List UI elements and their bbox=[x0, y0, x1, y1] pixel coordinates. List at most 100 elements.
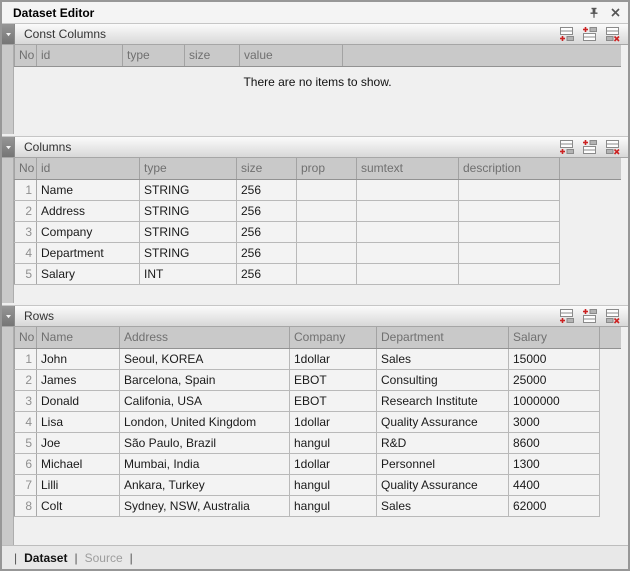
column-header-value[interactable]: value bbox=[240, 45, 343, 66]
column-header-size[interactable]: size bbox=[237, 158, 297, 179]
cell[interactable]: Salary bbox=[37, 263, 140, 284]
cell[interactable] bbox=[357, 179, 459, 200]
column-header-name[interactable]: Name bbox=[37, 327, 120, 348]
cell[interactable] bbox=[297, 263, 357, 284]
row-number-cell[interactable]: 6 bbox=[15, 453, 37, 474]
cell[interactable]: John bbox=[37, 348, 120, 369]
row-number-cell[interactable]: 2 bbox=[15, 200, 37, 221]
cell[interactable] bbox=[297, 242, 357, 263]
cell[interactable]: James bbox=[37, 369, 120, 390]
add-row-button[interactable] bbox=[558, 139, 575, 155]
cell[interactable]: hangul bbox=[290, 474, 377, 495]
row-number-cell[interactable]: 1 bbox=[15, 348, 37, 369]
cell[interactable]: Name bbox=[37, 179, 140, 200]
cell[interactable]: Joe bbox=[37, 432, 120, 453]
cell[interactable]: Colt bbox=[37, 495, 120, 516]
row-number-cell[interactable]: 4 bbox=[15, 411, 37, 432]
column-header-type[interactable]: type bbox=[123, 45, 185, 66]
cell[interactable]: Sales bbox=[377, 495, 509, 516]
column-header-department[interactable]: Department bbox=[377, 327, 509, 348]
cell[interactable]: Seoul, KOREA bbox=[120, 348, 290, 369]
insert-row-button[interactable] bbox=[581, 308, 598, 324]
cell[interactable]: Quality Assurance bbox=[377, 474, 509, 495]
cell[interactable]: São Paulo, Brazil bbox=[120, 432, 290, 453]
cell[interactable]: R&D bbox=[377, 432, 509, 453]
row-number-cell[interactable]: 8 bbox=[15, 495, 37, 516]
column-header-salary[interactable]: Salary bbox=[509, 327, 600, 348]
cell[interactable] bbox=[297, 179, 357, 200]
cell[interactable]: 15000 bbox=[509, 348, 600, 369]
cell[interactable]: STRING bbox=[140, 200, 237, 221]
cell[interactable]: Address bbox=[37, 200, 140, 221]
cell[interactable]: hangul bbox=[290, 495, 377, 516]
cell[interactable]: STRING bbox=[140, 242, 237, 263]
cell[interactable] bbox=[459, 221, 560, 242]
column-header-company[interactable]: Company bbox=[290, 327, 377, 348]
cell[interactable]: Califonia, USA bbox=[120, 390, 290, 411]
cell[interactable] bbox=[357, 200, 459, 221]
cell[interactable]: Sales bbox=[377, 348, 509, 369]
row-number-cell[interactable]: 3 bbox=[15, 221, 37, 242]
column-header-no[interactable]: No bbox=[15, 158, 37, 179]
cell[interactable]: Ankara, Turkey bbox=[120, 474, 290, 495]
insert-row-button[interactable] bbox=[581, 26, 598, 42]
close-button[interactable] bbox=[607, 5, 623, 21]
cell[interactable]: Consulting bbox=[377, 369, 509, 390]
delete-row-button[interactable] bbox=[604, 26, 621, 42]
cell[interactable]: 1300 bbox=[509, 453, 600, 474]
cell[interactable]: 256 bbox=[237, 221, 297, 242]
insert-row-button[interactable] bbox=[581, 139, 598, 155]
column-header-id[interactable]: id bbox=[37, 45, 123, 66]
cell[interactable]: 25000 bbox=[509, 369, 600, 390]
cell[interactable]: Lilli bbox=[37, 474, 120, 495]
cell[interactable]: Quality Assurance bbox=[377, 411, 509, 432]
collapse-section-button[interactable] bbox=[2, 24, 15, 44]
column-header-prop[interactable]: prop bbox=[297, 158, 357, 179]
cell[interactable]: Barcelona, Spain bbox=[120, 369, 290, 390]
column-header-size[interactable]: size bbox=[185, 45, 240, 66]
cell[interactable]: Mumbai, India bbox=[120, 453, 290, 474]
cell[interactable]: 256 bbox=[237, 200, 297, 221]
column-header-id[interactable]: id bbox=[37, 158, 140, 179]
cell[interactable]: STRING bbox=[140, 179, 237, 200]
column-header-description[interactable]: description bbox=[459, 158, 560, 179]
cell[interactable]: 256 bbox=[237, 179, 297, 200]
cell[interactable] bbox=[459, 200, 560, 221]
cell[interactable]: London, United Kingdom bbox=[120, 411, 290, 432]
column-header-no[interactable]: No bbox=[15, 327, 37, 348]
column-header-address[interactable]: Address bbox=[120, 327, 290, 348]
cell[interactable]: 1dollar bbox=[290, 453, 377, 474]
cell[interactable]: Donald bbox=[37, 390, 120, 411]
cell[interactable]: Company bbox=[37, 221, 140, 242]
cell[interactable]: Department bbox=[37, 242, 140, 263]
cell[interactable] bbox=[297, 200, 357, 221]
cell[interactable] bbox=[357, 263, 459, 284]
add-row-button[interactable] bbox=[558, 308, 575, 324]
cell[interactable]: hangul bbox=[290, 432, 377, 453]
collapse-section-button[interactable] bbox=[2, 137, 15, 157]
cell[interactable]: Research Institute bbox=[377, 390, 509, 411]
pin-button[interactable] bbox=[586, 5, 602, 21]
row-number-cell[interactable]: 2 bbox=[15, 369, 37, 390]
column-header-type[interactable]: type bbox=[140, 158, 237, 179]
cell[interactable]: 1dollar bbox=[290, 411, 377, 432]
add-row-button[interactable] bbox=[558, 26, 575, 42]
cell[interactable]: 1000000 bbox=[509, 390, 600, 411]
cell[interactable]: 62000 bbox=[509, 495, 600, 516]
cell[interactable]: Sydney, NSW, Australia bbox=[120, 495, 290, 516]
row-number-cell[interactable]: 5 bbox=[15, 263, 37, 284]
row-number-cell[interactable]: 5 bbox=[15, 432, 37, 453]
row-number-cell[interactable]: 4 bbox=[15, 242, 37, 263]
tab-dataset[interactable]: Dataset bbox=[24, 551, 67, 565]
cell[interactable] bbox=[459, 242, 560, 263]
cell[interactable] bbox=[459, 179, 560, 200]
cell[interactable] bbox=[297, 221, 357, 242]
delete-row-button[interactable] bbox=[604, 308, 621, 324]
cell[interactable]: EBOT bbox=[290, 369, 377, 390]
row-number-cell[interactable]: 7 bbox=[15, 474, 37, 495]
cell[interactable] bbox=[357, 242, 459, 263]
cell[interactable]: STRING bbox=[140, 221, 237, 242]
cell[interactable] bbox=[459, 263, 560, 284]
row-number-cell[interactable]: 3 bbox=[15, 390, 37, 411]
cell[interactable]: INT bbox=[140, 263, 237, 284]
